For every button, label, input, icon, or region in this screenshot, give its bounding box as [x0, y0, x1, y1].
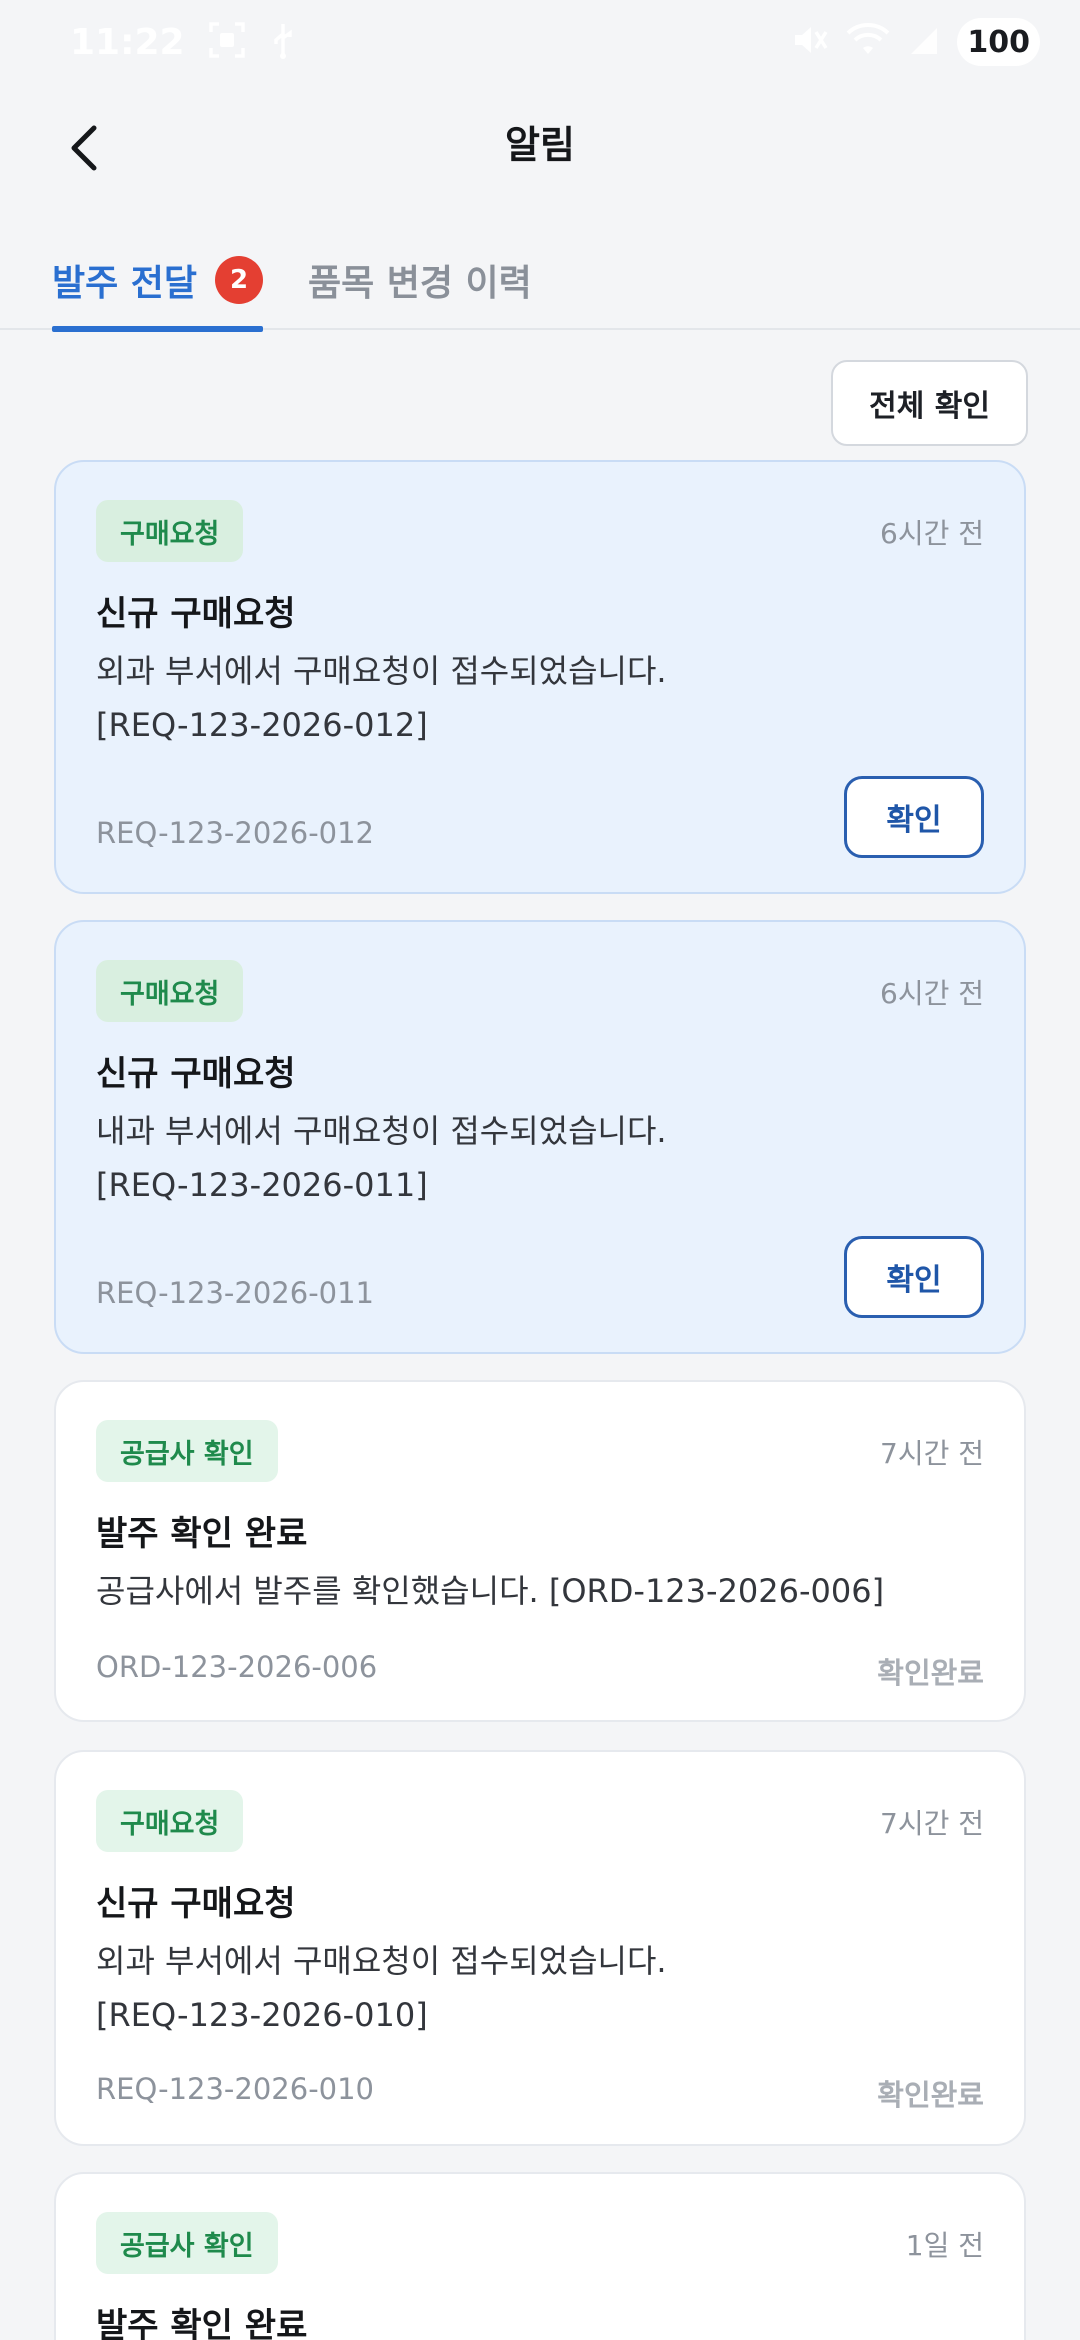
message-line: 외과 부서에서 구매요청이 접수되었습니다. — [96, 652, 667, 690]
notification-title: 신규 구매요청 — [96, 1884, 296, 1924]
page-title: 알림 — [505, 123, 575, 167]
message-line: 내과 부서에서 구매요청이 접수되었습니다. — [96, 1112, 667, 1150]
status-time: 11:22 — [70, 21, 185, 63]
category-tag: 공급사 확인 — [96, 2212, 278, 2274]
usb-icon — [269, 20, 297, 64]
notification-card[interactable]: 공급사 확인 1일 전 발주 확인 완료 — [54, 2172, 1026, 2340]
tab-item-change-history[interactable]: 품목 변경 이력 — [308, 230, 532, 330]
timestamp: 1일 전 — [905, 2229, 984, 2262]
status-label: 확인완료 — [877, 2078, 984, 2112]
battery-indicator: 100 — [957, 18, 1040, 66]
reference-number: REQ-123-2026-012 — [96, 816, 375, 850]
notification-card[interactable]: 구매요청 7시간 전 신규 구매요청 외과 부서에서 구매요청이 접수되었습니다… — [54, 1750, 1026, 2146]
message-line: [REQ-123-2026-011] — [96, 1166, 428, 1204]
notification-message: 공급사에서 발주를 확인했습니다. [ORD-123-2026-006] — [96, 1564, 988, 1618]
wifi-icon — [845, 20, 891, 64]
notification-card[interactable]: 공급사 확인 7시간 전 발주 확인 완료 공급사에서 발주를 확인했습니다. … — [54, 1380, 1026, 1722]
notifications-screen: 11:22 100 알림 발주 전달 2 품목 변경 이력 전체 확인 구매요청… — [0, 0, 1080, 2340]
timestamp: 6시간 전 — [880, 517, 984, 550]
confirm-all-button[interactable]: 전체 확인 — [831, 360, 1028, 446]
message-line: 외과 부서에서 구매요청이 접수되었습니다. — [96, 1942, 667, 1980]
notification-title: 신규 구매요청 — [96, 1054, 296, 1094]
notification-title: 신규 구매요청 — [96, 594, 296, 634]
category-tag: 공급사 확인 — [96, 1420, 278, 1482]
notification-message: 외과 부서에서 구매요청이 접수되었습니다. [REQ-123-2026-012… — [96, 644, 988, 752]
notification-card[interactable]: 구매요청 6시간 전 신규 구매요청 내과 부서에서 구매요청이 접수되었습니다… — [54, 920, 1026, 1354]
status-bar: 11:22 100 — [0, 0, 1080, 84]
tab-bar: 발주 전달 2 품목 변경 이력 — [0, 230, 1080, 332]
notification-title: 발주 확인 완료 — [96, 1514, 308, 1554]
message-line: 공급사에서 발주를 확인했습니다. [ORD-123-2026-006] — [96, 1572, 885, 1610]
notification-title: 발주 확인 완료 — [96, 2306, 308, 2340]
status-label: 확인완료 — [877, 1656, 984, 1690]
tab-label: 발주 전달 — [52, 263, 198, 304]
reference-number: ORD-123-2026-006 — [96, 1650, 378, 1684]
message-line: [REQ-123-2026-012] — [96, 706, 428, 744]
confirm-button[interactable]: 확인 — [844, 1236, 984, 1318]
reference-number: REQ-123-2026-011 — [96, 1276, 375, 1310]
timestamp: 7시간 전 — [880, 1437, 984, 1470]
unread-count-badge: 2 — [215, 256, 264, 304]
category-tag: 구매요청 — [96, 500, 244, 562]
message-line: [REQ-123-2026-010] — [96, 1996, 428, 2034]
notification-message: 내과 부서에서 구매요청이 접수되었습니다. [REQ-123-2026-011… — [96, 1104, 988, 1212]
notification-card[interactable]: 구매요청 6시간 전 신규 구매요청 외과 부서에서 구매요청이 접수되었습니다… — [54, 460, 1026, 894]
timestamp: 7시간 전 — [880, 1807, 984, 1840]
category-tag: 구매요청 — [96, 960, 244, 1022]
tab-order-delivery[interactable]: 발주 전달 2 — [52, 230, 264, 332]
mute-icon — [789, 20, 829, 64]
signal-icon — [907, 20, 941, 64]
screenshot-icon — [207, 20, 247, 64]
tab-label: 품목 변경 이력 — [308, 263, 532, 304]
reference-number: REQ-123-2026-010 — [96, 2072, 375, 2106]
confirm-button[interactable]: 확인 — [844, 776, 984, 858]
app-header: 알림 — [0, 84, 1080, 208]
status-left: 11:22 — [70, 20, 297, 64]
notification-message: 외과 부서에서 구매요청이 접수되었습니다. [REQ-123-2026-010… — [96, 1934, 988, 2042]
category-tag: 구매요청 — [96, 1790, 244, 1852]
timestamp: 6시간 전 — [880, 977, 984, 1010]
status-right: 100 — [789, 18, 1040, 66]
